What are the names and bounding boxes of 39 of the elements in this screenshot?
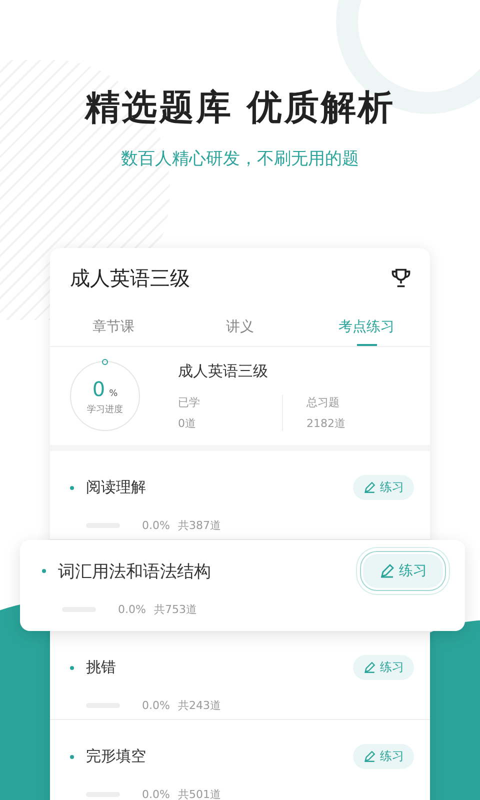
bullet-icon bbox=[70, 754, 74, 758]
practice-button[interactable]: 练习 bbox=[353, 655, 414, 680]
practice-button[interactable]: 练习 bbox=[353, 744, 414, 769]
course-name: 成人英语三级 bbox=[178, 362, 269, 380]
progress-marker bbox=[102, 359, 108, 365]
topic-name: 完形填空 bbox=[86, 747, 146, 766]
topic-percent: 0.0% bbox=[142, 519, 170, 532]
pencil-icon bbox=[363, 481, 376, 494]
progress-label: 学习进度 bbox=[87, 404, 123, 416]
topic-total: 共243道 bbox=[178, 698, 221, 713]
bullet-icon bbox=[70, 486, 74, 490]
practice-button[interactable]: 练习 bbox=[353, 475, 414, 500]
headline: 精选题库 优质解析 bbox=[84, 87, 396, 130]
tab[interactable]: 讲义 bbox=[176, 312, 304, 346]
topic-percent: 0.0% bbox=[142, 788, 170, 800]
progress-value: 0 % bbox=[92, 376, 118, 400]
pencil-icon bbox=[363, 661, 376, 674]
trophy-icon[interactable] bbox=[390, 267, 412, 289]
practice-button[interactable]: 练习 bbox=[363, 554, 443, 588]
topic-name: 词汇用法和语法结构 bbox=[58, 560, 211, 582]
stat-value: 2182道 bbox=[306, 416, 346, 430]
pencil-icon bbox=[379, 563, 395, 579]
topic-total: 共753道 bbox=[154, 602, 197, 617]
topic-name: 挑错 bbox=[86, 658, 116, 677]
topic-percent: 0.0% bbox=[142, 699, 170, 712]
course-title: 成人英语三级 bbox=[70, 264, 190, 292]
stat-label: 总习题 bbox=[306, 394, 340, 410]
topic-name: 阅读理解 bbox=[86, 478, 146, 497]
tab[interactable]: 章节课 bbox=[50, 312, 177, 346]
subtitle: 数百人精心研发，不刷无用的题 bbox=[121, 148, 359, 170]
topic-percent: 0.0% bbox=[118, 603, 146, 616]
bullet-icon bbox=[42, 569, 46, 573]
stat-value: 0道 bbox=[178, 416, 197, 430]
tab[interactable]: 考点练习 bbox=[303, 312, 430, 346]
topic-total: 共501道 bbox=[178, 787, 221, 800]
stat-label: 已学 bbox=[178, 394, 201, 410]
pencil-icon bbox=[363, 750, 376, 763]
bullet-icon bbox=[70, 666, 74, 670]
topic-total: 共387道 bbox=[178, 518, 221, 533]
